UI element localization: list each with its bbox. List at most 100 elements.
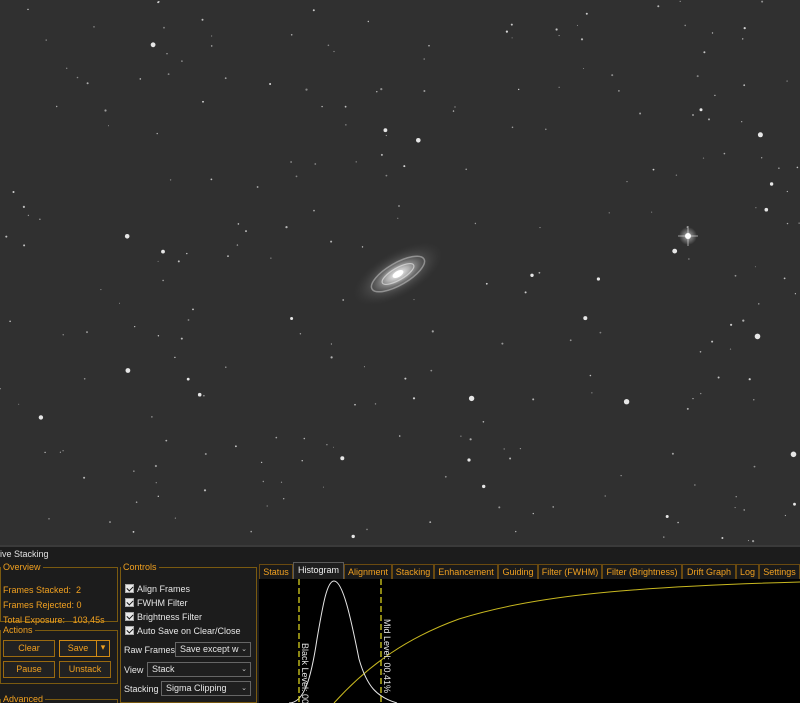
star <box>211 35 213 37</box>
star <box>717 376 720 379</box>
star <box>519 448 522 450</box>
black-level-label: Black Level: 00 <box>300 643 310 703</box>
auto-save-checkbox[interactable]: Auto Save on Clear/Close <box>125 626 241 637</box>
star <box>330 356 333 359</box>
save-button[interactable]: Save <box>59 640 97 657</box>
star <box>576 24 578 26</box>
star <box>747 540 749 542</box>
star <box>290 34 293 36</box>
star <box>552 506 554 508</box>
star <box>186 252 188 255</box>
star <box>510 23 513 26</box>
star <box>485 282 488 285</box>
star <box>262 480 264 483</box>
chevron-down-icon: ⌄ <box>241 646 247 653</box>
star <box>532 398 535 401</box>
star <box>38 415 44 420</box>
star <box>758 303 760 305</box>
star <box>345 124 347 126</box>
star <box>236 244 239 246</box>
star <box>429 521 432 523</box>
star <box>398 435 401 437</box>
view-select[interactable]: Stack ⌄ <box>147 662 251 677</box>
raw-frames-select[interactable]: Save except w ⌄ <box>175 642 251 657</box>
star <box>503 448 505 450</box>
frames-stacked-row: Frames Stacked: 2 <box>3 585 81 595</box>
star <box>530 273 534 277</box>
actions-legend: Actions <box>3 625 33 635</box>
star <box>431 330 434 333</box>
star <box>275 436 278 439</box>
star <box>467 458 471 462</box>
star <box>155 482 157 484</box>
tab-enhancement[interactable]: Enhancement <box>434 564 498 579</box>
star <box>764 207 769 212</box>
star <box>721 537 724 539</box>
stacking-select[interactable]: Sigma Clipping ⌄ <box>161 681 251 696</box>
histogram-view[interactable]: Black Level: 00 Mid Level: 00,41% <box>259 579 800 703</box>
star <box>303 437 306 440</box>
star <box>177 260 180 263</box>
star <box>166 53 168 55</box>
star <box>45 39 47 41</box>
star <box>778 167 780 169</box>
star <box>119 302 120 304</box>
star <box>86 82 89 85</box>
tab-histogram[interactable]: Histogram <box>293 562 344 579</box>
star <box>509 457 512 460</box>
star <box>285 226 288 229</box>
align-frames-checkbox[interactable]: Align Frames <box>125 584 190 595</box>
tab-log[interactable]: Log <box>736 564 759 579</box>
star <box>757 132 763 138</box>
pause-button[interactable]: Pause <box>3 661 55 678</box>
star <box>203 489 207 492</box>
star <box>66 67 68 70</box>
total-exposure-value: 103,45s <box>72 615 105 625</box>
star <box>376 91 378 93</box>
stacking-label: Stacking <box>124 684 159 694</box>
tab-stacking[interactable]: Stacking <box>392 564 434 579</box>
tab-filter-brightness[interactable]: Filter (Brightness) <box>602 564 682 579</box>
stacked-image-view[interactable] <box>0 0 800 545</box>
star <box>186 377 190 381</box>
stretch-curve <box>333 581 800 703</box>
star <box>342 299 345 301</box>
star <box>539 227 541 229</box>
star <box>139 78 142 80</box>
star <box>397 217 399 219</box>
clear-button[interactable]: Clear <box>3 640 55 657</box>
star <box>48 518 50 520</box>
star <box>12 191 15 193</box>
star <box>366 528 368 531</box>
checkbox-checked-icon <box>125 584 134 593</box>
unstack-button[interactable]: Unstack <box>59 661 111 678</box>
star <box>583 316 588 321</box>
frames-rejected-row: Frames Rejected: 0 <box>3 600 82 610</box>
star <box>225 366 227 368</box>
tab-filter-fwhm[interactable]: Filter (FWHM) <box>538 564 602 579</box>
star <box>383 128 388 133</box>
star <box>699 108 703 112</box>
tab-alignment[interactable]: Alignment <box>344 564 392 579</box>
star <box>154 464 157 468</box>
fwhm-filter-checkbox[interactable]: FWHM Filter <box>125 598 188 609</box>
brightness-filter-checkbox[interactable]: Brightness Filter <box>125 612 202 623</box>
star <box>260 461 263 464</box>
star <box>596 277 601 281</box>
star <box>558 35 560 37</box>
star <box>651 211 653 213</box>
tab-guiding[interactable]: Guiding <box>498 564 538 579</box>
star <box>269 83 272 85</box>
frames-stacked-label: Frames Stacked: <box>3 585 72 595</box>
star <box>135 501 138 504</box>
advanced-group: Advanced <box>0 695 118 703</box>
star <box>150 42 156 48</box>
tab-settings[interactable]: Settings <box>759 564 800 579</box>
tab-drift-graph[interactable]: Drift Graph <box>682 564 736 579</box>
star <box>62 450 64 452</box>
save-dropdown-arrow[interactable]: ▾ <box>96 640 110 657</box>
tab-status[interactable]: Status <box>259 564 293 579</box>
star <box>599 331 602 334</box>
star <box>748 378 751 381</box>
frames-rejected-value: 0 <box>76 600 82 610</box>
